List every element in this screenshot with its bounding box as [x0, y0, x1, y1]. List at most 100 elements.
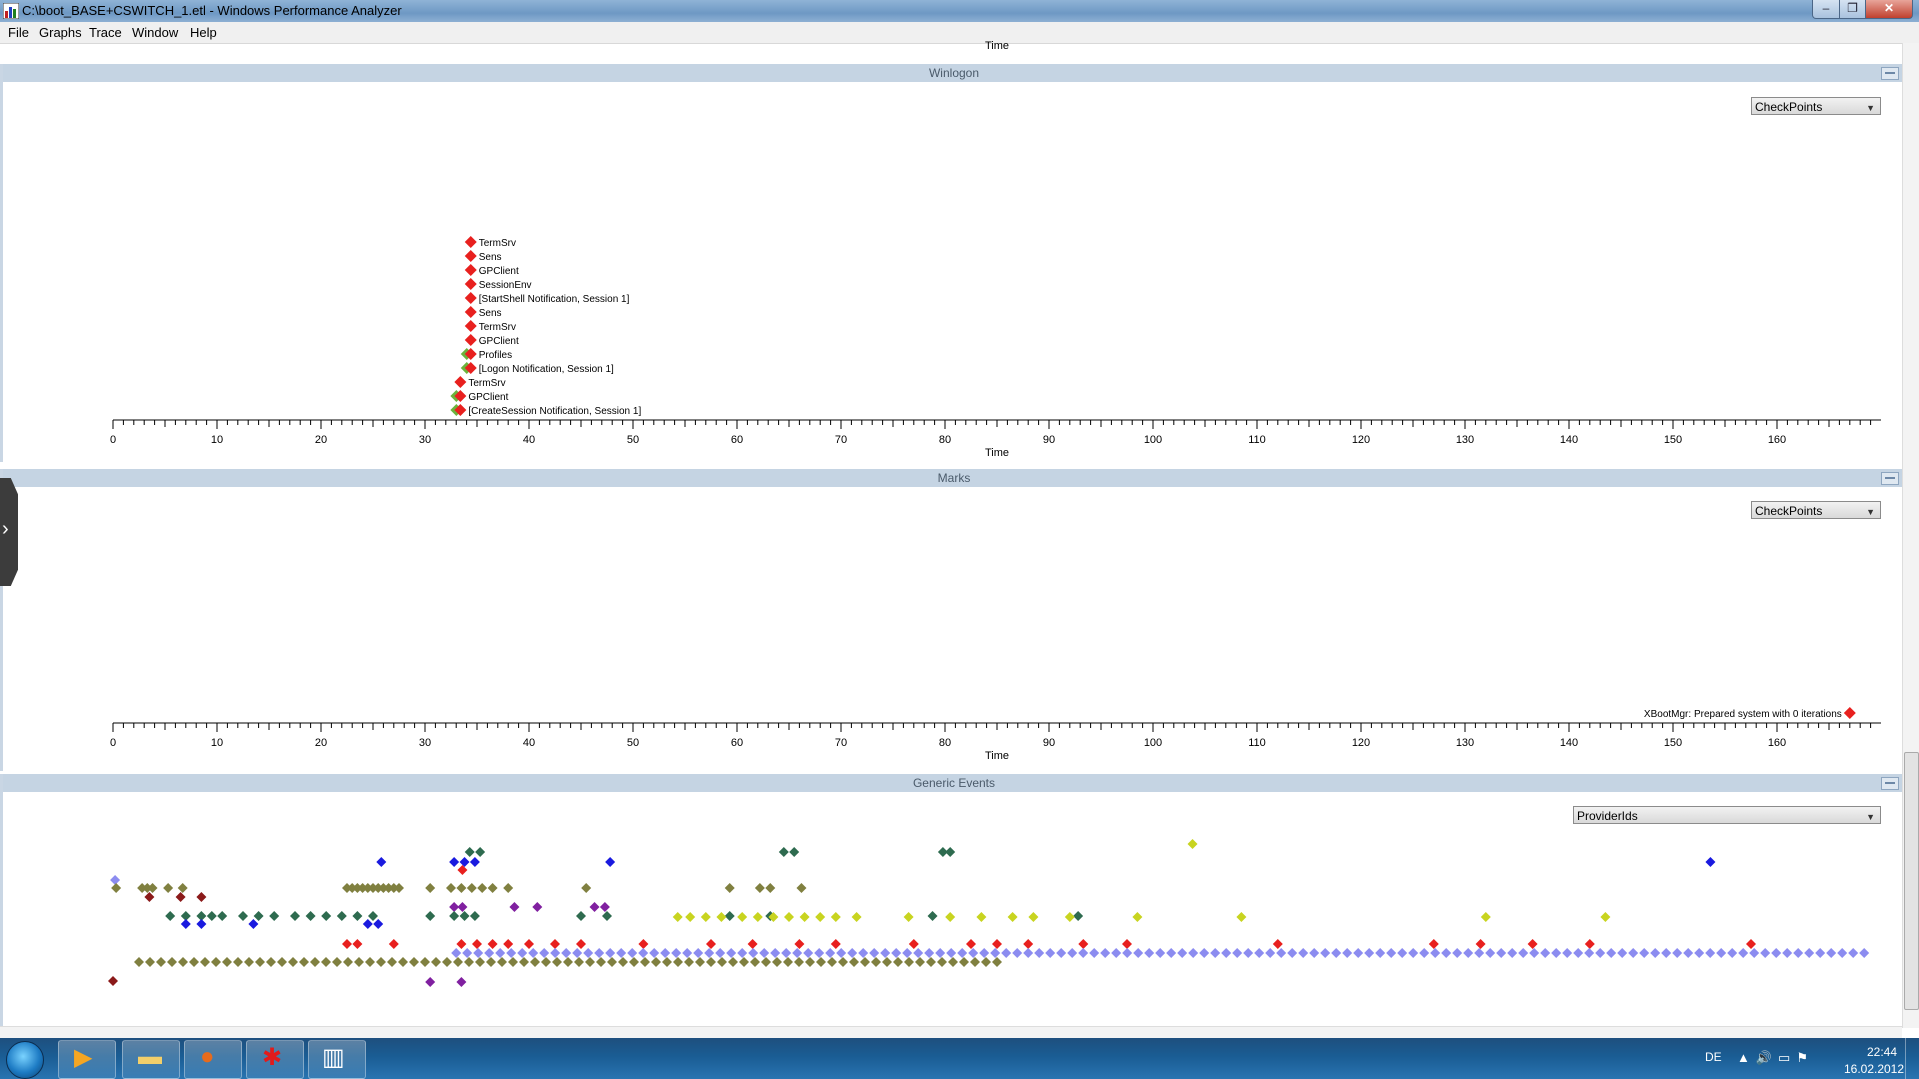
event-marker	[716, 912, 727, 922]
clock-time[interactable]: 22:44	[1852, 1045, 1912, 1059]
event-marker	[310, 957, 320, 967]
checkpoint-marker	[464, 264, 477, 276]
generic-events-panel: Generic Events ProviderIds ▼	[0, 774, 1906, 1026]
event-marker	[451, 948, 462, 958]
event-marker	[111, 883, 122, 893]
event-marker	[581, 883, 592, 893]
event-marker	[599, 902, 610, 912]
show-desktop-button[interactable]	[1905, 1038, 1919, 1079]
event-marker	[321, 957, 331, 967]
vertical-scrollbar-thumb[interactable]	[1904, 752, 1919, 1010]
event-marker	[394, 883, 404, 893]
event-marker	[1639, 948, 1650, 958]
event-marker	[487, 883, 498, 893]
event-marker	[354, 957, 364, 967]
event-marker	[457, 902, 468, 912]
clock-date[interactable]: 16.02.2012	[1838, 1062, 1910, 1076]
event-marker	[1028, 912, 1039, 922]
event-marker	[1122, 939, 1132, 949]
event-marker	[1012, 948, 1023, 958]
x-tick-label: 100	[1144, 434, 1162, 446]
tray-icons[interactable]: ▲🔊▭⚑	[1737, 1050, 1814, 1066]
event-marker	[1276, 948, 1287, 958]
event-marker	[1166, 948, 1177, 958]
event-marker	[1573, 948, 1584, 958]
event-marker	[528, 948, 539, 958]
event-marker	[238, 911, 248, 921]
close-button[interactable]: ✕	[1865, 0, 1913, 19]
event-marker	[196, 892, 207, 902]
event-marker	[365, 957, 375, 967]
event-marker	[576, 911, 586, 921]
event-marker	[456, 883, 467, 893]
start-button[interactable]	[6, 1041, 44, 1079]
event-marker	[1364, 948, 1375, 958]
event-marker	[750, 957, 760, 967]
event-marker	[352, 911, 363, 921]
menu-file[interactable]: File	[8, 25, 29, 40]
event-marker	[1848, 948, 1859, 958]
menu-graphs[interactable]: Graphs	[39, 25, 82, 40]
event-marker	[464, 957, 474, 967]
event-marker	[147, 883, 158, 893]
menu-window[interactable]: Window	[132, 25, 178, 40]
event-marker	[847, 948, 858, 958]
event-marker	[376, 957, 386, 967]
event-marker	[1298, 948, 1309, 958]
event-marker	[266, 957, 276, 967]
x-tick-label: 70	[835, 434, 847, 446]
event-marker	[1023, 948, 1034, 958]
event-marker	[472, 939, 482, 949]
event-marker	[957, 948, 968, 958]
event-marker	[871, 957, 881, 967]
event-marker	[649, 948, 660, 958]
event-marker	[794, 939, 805, 949]
event-marker	[589, 902, 600, 912]
event-marker	[893, 957, 903, 967]
event-marker	[244, 957, 254, 967]
event-marker	[700, 912, 711, 922]
event-marker	[456, 939, 467, 949]
event-marker	[672, 912, 683, 922]
event-marker	[145, 957, 155, 967]
winlogon-chart: 0 10 20 30 40 50 60 70 80 90 100 110 120 130 140 150 160…	[110, 236, 1881, 459]
side-panel-expander[interactable]: ›	[0, 478, 18, 586]
event-marker	[1078, 939, 1089, 949]
menu-bar: File Graphs Trace Window Help	[0, 22, 1919, 44]
event-marker	[1272, 939, 1283, 949]
event-marker	[784, 912, 794, 922]
event-marker	[449, 911, 460, 921]
event-marker	[1034, 948, 1045, 958]
checkpoint-label: Profiles	[479, 350, 512, 361]
event-marker	[572, 948, 583, 958]
event-marker	[1419, 948, 1430, 958]
event-marker	[627, 948, 638, 958]
x-tick-label: 50	[627, 434, 639, 446]
event-marker	[1254, 948, 1265, 958]
event-marker	[321, 911, 332, 921]
event-marker	[706, 957, 716, 967]
event-marker	[770, 948, 781, 958]
x-tick-label: 50	[627, 737, 639, 749]
event-marker	[704, 948, 715, 958]
event-marker	[992, 957, 1002, 967]
checkpoint-label: Sens	[479, 308, 502, 319]
language-indicator[interactable]: DE	[1705, 1050, 1722, 1064]
maximize-button[interactable]: ❐	[1839, 0, 1866, 19]
event-marker	[1177, 948, 1188, 958]
event-marker	[1089, 948, 1100, 958]
event-marker	[420, 957, 430, 967]
event-marker	[178, 957, 188, 967]
menu-help[interactable]: Help	[190, 25, 217, 40]
event-marker	[1793, 948, 1804, 958]
event-marker	[990, 948, 1001, 958]
menu-trace[interactable]: Trace	[89, 25, 122, 40]
x-tick-label: 0	[110, 434, 116, 446]
event-marker	[550, 939, 560, 949]
event-marker	[1782, 948, 1793, 958]
event-marker	[1527, 939, 1538, 949]
minimize-button[interactable]: –	[1812, 0, 1840, 19]
event-marker	[924, 948, 935, 958]
x-tick-label: 60	[731, 434, 743, 446]
x-tick-label: 100	[1144, 737, 1162, 749]
